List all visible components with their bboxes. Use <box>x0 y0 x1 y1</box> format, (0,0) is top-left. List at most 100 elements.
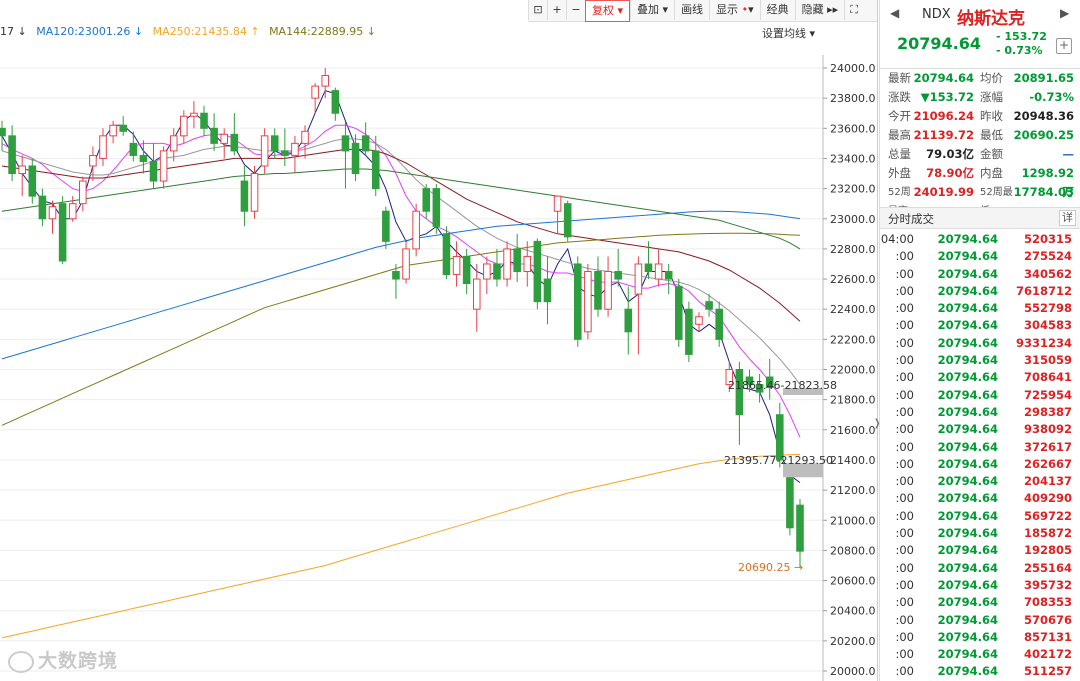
tick-row: 04:00 20794.64 520315 <box>880 231 1080 248</box>
stat-label: 涨跌 <box>888 90 911 104</box>
stat-label: 今开 <box>888 109 911 123</box>
tick-price: 20794.64 <box>937 422 998 437</box>
symbol-name: 纳斯达克 <box>957 9 1025 29</box>
tick-row: :00 20794.64 938092 <box>880 421 1080 438</box>
candle-down <box>685 308 693 355</box>
overlay-button[interactable]: 叠加 ▾ <box>630 0 674 20</box>
tick-time: :00 <box>895 387 914 402</box>
stat-value: 79.03亿 <box>926 147 974 161</box>
candle-down <box>543 278 552 303</box>
tick-time: :00 <box>895 353 914 368</box>
ma-settings-button[interactable]: 设置均线 ▾ <box>762 25 815 41</box>
tick-volume: 9331234 <box>1015 335 1072 350</box>
kline-chart[interactable]: 24000.0 23800.0 23600.0 23400.0 23200.0 23000… <box>0 0 878 681</box>
price-change: - 153.72 - 0.73% <box>996 30 1047 58</box>
ticks-title: 分时成交 <box>888 212 934 226</box>
layout-icon[interactable]: ⊡ <box>528 0 547 20</box>
candle-down <box>422 188 431 212</box>
tick-volume: 409290 <box>1023 491 1072 506</box>
stat-cell: 52周最低17784.03 <box>980 183 1080 217</box>
candle-up <box>483 263 491 280</box>
tick-time: :00 <box>895 560 914 575</box>
stat-label: 金额 <box>980 147 1003 161</box>
candle-up <box>79 180 87 205</box>
tick-time: :00 <box>895 422 914 437</box>
tick-volume: 304583 <box>1023 318 1072 333</box>
tick-row: :00 20794.64 708641 <box>880 369 1080 386</box>
tick-row: :00 20794.64 304583 <box>880 317 1080 334</box>
draw-line-button[interactable]: 画线 <box>674 0 709 20</box>
zoom-out-button[interactable]: − <box>566 0 585 20</box>
candle-up <box>99 135 107 159</box>
quote-stat-row: 总量 79.03亿 金额 — <box>880 145 1080 164</box>
watermark: 大数跨境 <box>8 646 118 673</box>
candle-down <box>119 124 127 132</box>
candle-up <box>503 248 511 280</box>
candle-up <box>180 115 188 137</box>
tick-volume: 372617 <box>1023 439 1072 454</box>
stat-value: 24019.99 <box>913 185 974 199</box>
tick-row: :00 20794.64 372617 <box>880 439 1080 456</box>
tick-volume: 262667 <box>1023 456 1072 471</box>
tick-price: 20794.64 <box>937 647 998 662</box>
stat-label: 总量 <box>888 147 911 161</box>
candle-down <box>240 180 249 212</box>
y-tick-label: 20800.0 <box>830 544 876 557</box>
stat-cell: 最高 21139.72 <box>880 126 980 145</box>
kline-chart-panel[interactable]: 24000.0 23800.0 23600.0 23400.0 23200.0 23000… <box>0 0 878 681</box>
stat-label: 52周最高 <box>888 187 911 217</box>
tick-price: 20794.64 <box>937 508 998 523</box>
fullscreen-icon[interactable]: ⛶ <box>844 0 863 20</box>
ma-line-ma20 <box>1 138 801 385</box>
candle-down <box>230 133 239 152</box>
tick-price: 20794.64 <box>937 526 998 541</box>
tick-price: 20794.64 <box>937 543 998 558</box>
tick-price: 20794.64 <box>937 439 998 454</box>
candle-down <box>361 135 370 152</box>
stat-cell: 最低 20690.25 <box>980 126 1080 145</box>
stat-label: 涨幅 <box>980 90 1003 104</box>
next-symbol-icon[interactable]: ▶ <box>1060 6 1069 20</box>
tick-price: 20794.64 <box>937 353 998 368</box>
candle-down <box>270 135 279 152</box>
stat-value: 20948.36 <box>1013 109 1074 123</box>
y-tick-label: 22200.0 <box>830 333 876 346</box>
candle-down <box>462 255 471 285</box>
tick-time: :00 <box>895 318 914 333</box>
candle-up <box>452 255 461 276</box>
candle-up <box>584 271 592 333</box>
tick-volume: 725954 <box>1023 387 1072 402</box>
tick-price: 20794.64 <box>937 335 998 350</box>
tick-time: :00 <box>895 266 914 281</box>
y-tick-label: 21200.0 <box>830 484 876 497</box>
candle-down <box>139 154 148 162</box>
classic-button[interactable]: 经典 <box>759 0 795 20</box>
tick-volume: 857131 <box>1023 629 1072 644</box>
quote-stat-row: 最高 21139.72 最低 20690.25 <box>880 126 1080 145</box>
tick-volume: 204137 <box>1023 474 1072 489</box>
tick-price: 20794.64 <box>937 595 998 610</box>
candle-down <box>614 271 622 280</box>
hide-button[interactable]: 隐藏 ▸▸ <box>794 0 845 20</box>
candle-up <box>159 150 168 182</box>
candle-down <box>432 188 441 227</box>
ticks-list[interactable]: 04:00 20794.64 520315:00 20794.64 275524:00 2… <box>880 231 1080 681</box>
candle-down <box>392 271 400 280</box>
tick-row: :00 20794.64 7618712 <box>880 283 1080 300</box>
tick-volume: 570676 <box>1023 612 1072 627</box>
display-button[interactable]: 显示 •▾ <box>709 0 760 20</box>
panel-divider[interactable] <box>877 0 878 681</box>
candle-up <box>301 130 309 144</box>
adjust-rights-button[interactable]: 复权 ▾ <box>585 0 631 22</box>
add-watchlist-button[interactable]: + <box>1056 38 1072 54</box>
candle-down <box>382 210 390 242</box>
prev-symbol-icon[interactable]: ◀ <box>890 6 899 20</box>
tick-time: :00 <box>895 301 914 316</box>
tick-row: :00 20794.64 340562 <box>880 266 1080 283</box>
tick-volume: 520315 <box>1023 232 1072 246</box>
zoom-in-button[interactable]: + <box>547 0 566 20</box>
y-tick-label: 23800.0 <box>830 92 876 105</box>
ticks-detail-button[interactable]: 详 <box>1059 210 1076 226</box>
tick-volume: 315059 <box>1023 353 1072 368</box>
candle-down <box>129 142 138 156</box>
